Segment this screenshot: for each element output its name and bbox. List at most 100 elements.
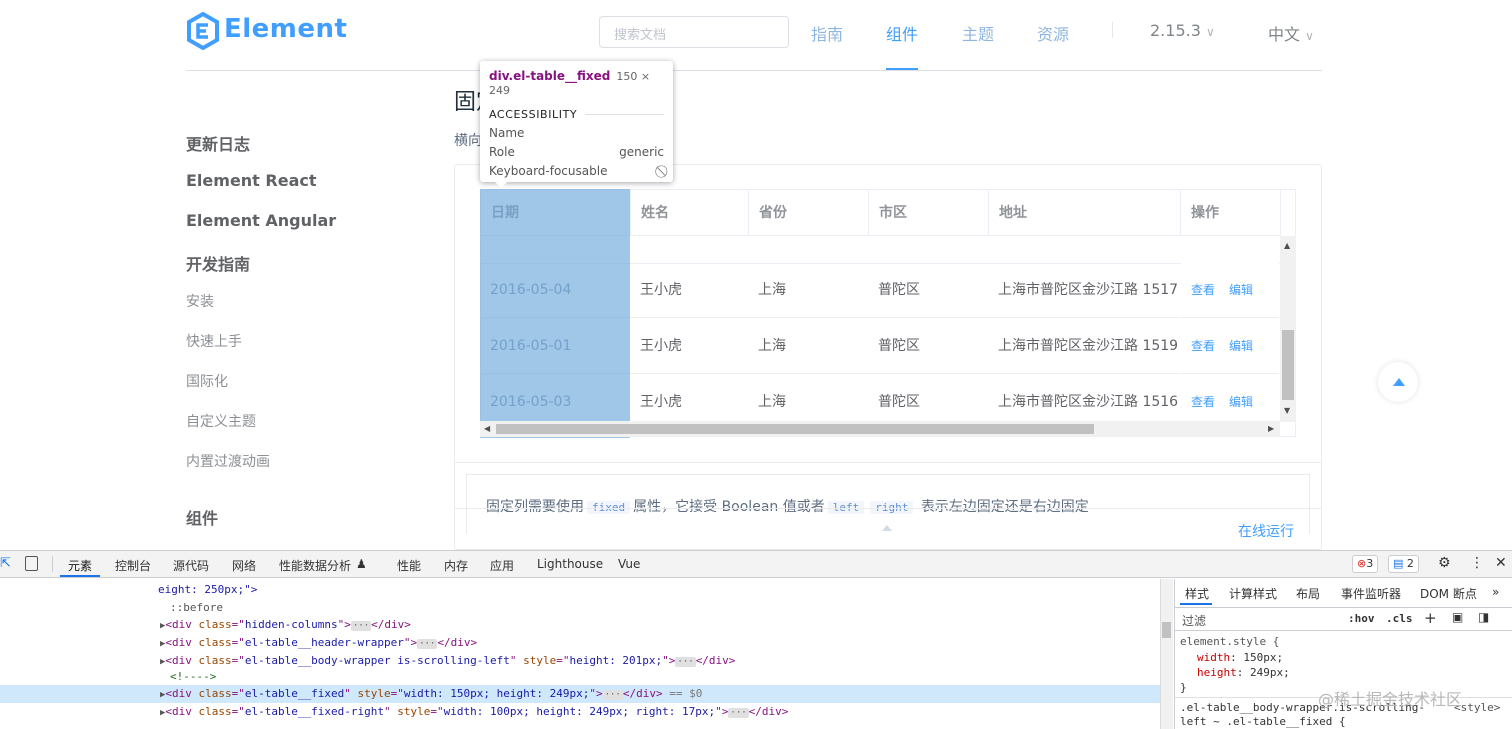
tab-console[interactable]: 控制台 — [115, 557, 151, 574]
more-options-icon[interactable]: ⋮ — [1470, 555, 1484, 571]
tab-application[interactable]: 应用 — [490, 557, 514, 574]
dom-line[interactable]: eight: 250px;"> — [0, 581, 1160, 599]
rule-selector[interactable]: element.style { — [1180, 635, 1279, 648]
elements-scrollbar[interactable] — [1160, 579, 1173, 729]
edit-button[interactable]: 编辑 — [1229, 283, 1253, 297]
search-input[interactable]: 搜索文档 — [599, 16, 789, 48]
version-select[interactable]: 2.15.3 ∨ — [1150, 21, 1215, 40]
caret-up-icon — [1393, 378, 1405, 386]
tooltip-element-name: div.el-table__fixed — [489, 69, 611, 83]
tab-computed[interactable]: 计算样式 — [1229, 585, 1277, 602]
view-button[interactable]: 查看 — [1191, 395, 1215, 409]
scroll-right-arrow-icon[interactable]: ▶ — [1268, 424, 1274, 433]
dom-line-fixed-right[interactable]: ▶<div class="el-table__fixed-right" styl… — [0, 703, 1160, 721]
table-vertical-scroll-thumb[interactable] — [1282, 330, 1294, 400]
attr-class: el-table__header-wrapper — [244, 636, 404, 649]
run-online-button[interactable]: 在线运行 — [1238, 521, 1294, 541]
edit-button[interactable]: 编辑 — [1229, 395, 1253, 409]
new-rule-icon[interactable]: + — [1424, 609, 1437, 627]
sidebar-item-i18n[interactable]: 国际化 — [186, 371, 228, 391]
attr-value-fragment: eight: 250px;"> — [158, 583, 258, 596]
nav-divider — [1112, 22, 1113, 38]
tab-memory[interactable]: 内存 — [444, 557, 468, 574]
collapse-arrow-icon[interactable] — [882, 525, 892, 531]
rule-prop-width[interactable]: width: 150px; — [1197, 651, 1283, 664]
sidebar-item-install[interactable]: 安装 — [186, 291, 214, 311]
sidebar-item-transition[interactable]: 内置过渡动画 — [186, 451, 270, 471]
error-count-badge[interactable]: ⊗3 — [1352, 555, 1379, 573]
tooltip-key: Keyboard-focusable — [489, 164, 608, 178]
logo-text[interactable]: Element — [224, 14, 347, 44]
attr-class: el-table__fixed — [244, 687, 345, 700]
dom-line-comment[interactable]: <!----> — [0, 668, 1160, 686]
chevron-down-icon: ∨ — [1205, 25, 1215, 39]
sidebar-group-components: 组件 — [186, 509, 219, 528]
settings-gear-icon[interactable]: ⚙ — [1438, 555, 1451, 571]
desc-text: 属性，它接受 Boolean 值或者 — [633, 499, 825, 515]
table-cell-address: 上海市普陀区金沙江路 1519 弄 — [988, 318, 1180, 374]
prop-value: 150px; — [1243, 651, 1284, 664]
tab-dom-breakpoints[interactable]: DOM 断点 — [1420, 585, 1477, 602]
attr-class: hidden-columns — [244, 618, 338, 631]
dom-line-fixed-selected[interactable]: ▶<div class="el-table__fixed" style="wid… — [0, 685, 1160, 703]
dom-line-before[interactable]: ::before — [0, 599, 1160, 617]
tab-layout[interactable]: 布局 — [1296, 585, 1320, 602]
ellipsis-icon[interactable]: ··· — [350, 621, 372, 631]
sidebar-item-changelog[interactable]: 更新日志 — [186, 131, 250, 155]
dom-line-header-wrapper[interactable]: ▶<div class="el-table__header-wrapper"> ·… — [0, 634, 1160, 652]
demo-description: 固定列需要使用 fixed 属性，它接受 Boolean 值或者 left right … — [486, 496, 1089, 516]
sidebar-item-element-angular[interactable]: Element Angular — [186, 211, 336, 230]
tab-event-listeners[interactable]: 事件监听器 — [1341, 585, 1401, 602]
close-icon[interactable]: ✕ — [1495, 555, 1507, 571]
tab-lighthouse[interactable]: Lighthouse — [537, 557, 603, 571]
table-cell-name: 王小虎 — [630, 262, 748, 318]
nav-guide[interactable]: 指南 — [811, 21, 843, 45]
tab-elements[interactable]: 元素 — [68, 557, 92, 574]
tab-performance[interactable]: 性能 — [397, 557, 421, 574]
tab-vue[interactable]: Vue — [618, 557, 640, 571]
nav-resource[interactable]: 资源 — [1037, 21, 1069, 45]
next-rule-selector-2[interactable]: left ~ .el-table__fixed { — [1180, 715, 1346, 728]
table-cell-actions: 查看 编辑 — [1181, 318, 1279, 374]
tab-network[interactable]: 网络 — [232, 557, 256, 574]
tab-performance-insights[interactable]: 性能数据分析 — [279, 557, 351, 574]
nav-theme[interactable]: 主题 — [962, 21, 994, 45]
scroll-up-arrow-icon[interactable]: ▲ — [1284, 241, 1290, 250]
tooltip-section-label: ACCESSIBILITY — [489, 108, 578, 121]
ellipsis-icon[interactable]: ··· — [675, 657, 696, 667]
devtools-inspect-tooltip: div.el-table__fixed 150 × 249 ACCESSIBILI… — [480, 61, 673, 182]
device-toggle-icon[interactable] — [25, 556, 38, 571]
tab-sources[interactable]: 源代码 — [173, 557, 209, 574]
paint-icon[interactable]: ▣ — [1452, 610, 1463, 624]
cls-toggle[interactable]: .cls — [1386, 612, 1413, 625]
element-logo-icon[interactable] — [186, 12, 220, 50]
error-icon: ⊗ — [1357, 557, 1367, 570]
styles-filter-input[interactable]: 过滤 — [1182, 612, 1206, 629]
ellipsis-icon[interactable]: ··· — [728, 708, 749, 718]
edit-button[interactable]: 编辑 — [1229, 339, 1253, 353]
tab-styles[interactable]: 样式 — [1185, 585, 1209, 602]
language-select[interactable]: 中文 ∨ — [1268, 21, 1314, 45]
more-tabs-icon[interactable]: » — [1492, 585, 1499, 599]
table-horizontal-scroll-thumb[interactable] — [496, 424, 1094, 434]
view-button[interactable]: 查看 — [1191, 283, 1215, 297]
scroll-left-arrow-icon[interactable]: ◀ — [484, 424, 490, 433]
inspect-element-icon[interactable]: ⇱ — [0, 556, 11, 571]
view-button[interactable]: 查看 — [1191, 339, 1215, 353]
header-divider — [186, 70, 1322, 71]
dom-line-hidden-columns[interactable]: ▶<div class="hidden-columns"> ··· </div> — [0, 616, 1160, 634]
sidebar-item-quickstart[interactable]: 快速上手 — [186, 331, 242, 351]
rule-prop-height[interactable]: height: 249px; — [1197, 666, 1290, 679]
nav-component[interactable]: 组件 — [886, 21, 918, 45]
tooltip-value: generic — [619, 145, 664, 159]
sidebar-item-element-react[interactable]: Element React — [186, 171, 317, 190]
elements-scroll-thumb[interactable] — [1162, 622, 1171, 638]
ellipsis-icon[interactable]: ··· — [417, 639, 438, 649]
message-count-badge[interactable]: ▤ 2 — [1388, 555, 1419, 573]
elements-tree: eight: 250px;"> ::before ▶<div class="hi… — [0, 579, 1160, 729]
scroll-down-arrow-icon[interactable]: ▼ — [1284, 406, 1290, 415]
sidebar-item-custom-theme[interactable]: 自定义主题 — [186, 411, 256, 431]
toggle-sidebar-icon[interactable]: ◨ — [1478, 610, 1489, 624]
ellipsis-icon[interactable]: ··· — [602, 690, 623, 700]
hov-toggle[interactable]: :hov — [1348, 612, 1375, 625]
